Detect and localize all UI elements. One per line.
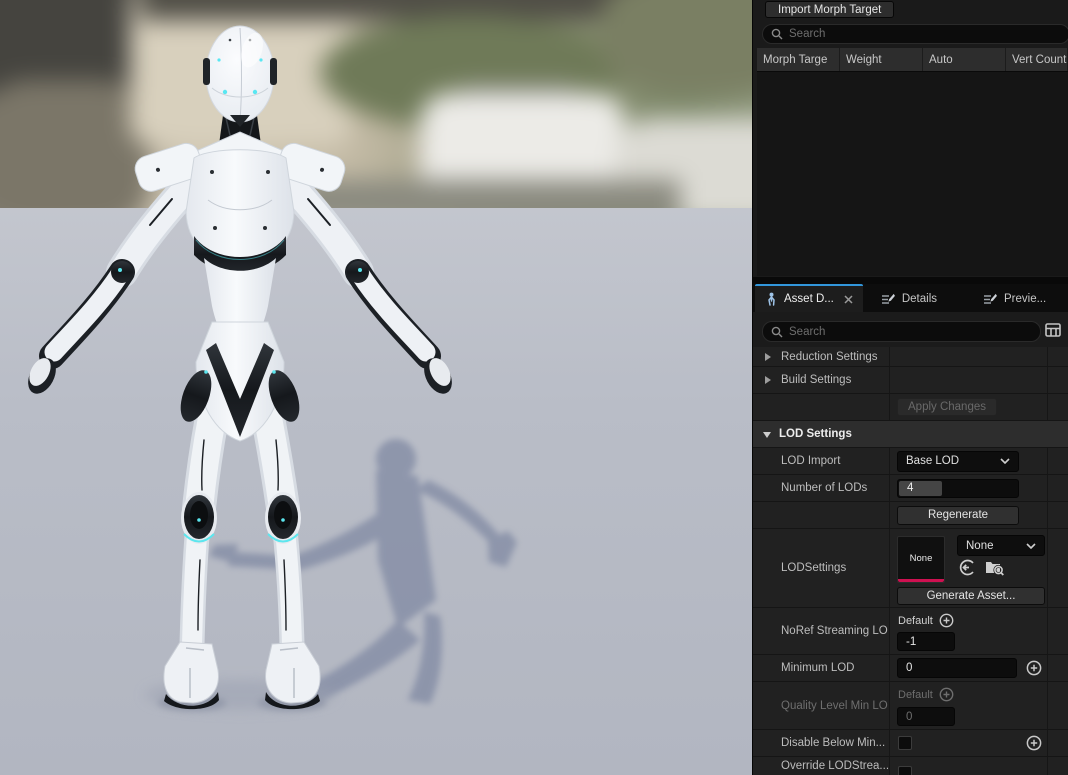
- reduction-settings-label: Reduction Settings: [753, 351, 889, 363]
- panel-splitter[interactable]: [753, 277, 1068, 284]
- preview-viewport[interactable]: [0, 0, 752, 775]
- import-morph-target-button[interactable]: Import Morph Target: [765, 1, 894, 18]
- search-icon: [771, 28, 783, 40]
- row-build-settings: Build Settings: [753, 367, 1068, 394]
- expander-arrow-icon[interactable]: [765, 376, 771, 384]
- row-noref-streaming-lod-bias: NoRef Streaming LO Default -1: [753, 608, 1068, 655]
- lodsettings-label: LODSettings: [753, 562, 889, 574]
- property-list: Reduction Settings Build Settings Apply …: [753, 347, 1068, 775]
- morph-search-input[interactable]: [789, 28, 1061, 40]
- disable-below-min-checkbox[interactable]: [898, 736, 912, 750]
- search-icon: [771, 326, 783, 338]
- chevron-down-icon: [1000, 458, 1010, 464]
- tab-preview-scene-settings[interactable]: Previe...: [973, 284, 1056, 312]
- use-selected-asset-icon[interactable]: [959, 559, 976, 576]
- noref-streaming-lod-bias-input[interactable]: -1: [897, 632, 955, 651]
- row-lodsettings-asset: LODSettings None None: [753, 529, 1068, 608]
- morph-target-panel: Import Morph Target Morph Targe Weight A…: [753, 0, 1068, 277]
- tab-label: Asset D...: [784, 293, 834, 305]
- tab-asset-details[interactable]: Asset D...: [755, 284, 863, 312]
- column-header-auto[interactable]: Auto: [923, 48, 1006, 71]
- skeletal-mesh-editor: Import Morph Target Morph Targe Weight A…: [0, 0, 1068, 775]
- generate-asset-button[interactable]: Generate Asset...: [897, 587, 1045, 605]
- cast-shadow: [209, 439, 517, 704]
- default-label: Default: [898, 689, 933, 701]
- robot-character-mesh: [0, 0, 752, 775]
- column-header-morph-target[interactable]: Morph Targe: [757, 48, 840, 71]
- morph-table-body-empty[interactable]: [757, 71, 1068, 276]
- thumbnail-type-color-bar: [898, 579, 944, 582]
- minimum-lod-label: Minimum LOD: [753, 662, 889, 674]
- noref-streaming-lod-bias-label: NoRef Streaming LO: [753, 625, 889, 637]
- minimum-lod-input[interactable]: 0: [897, 658, 1017, 678]
- default-override-line: Default: [898, 613, 954, 628]
- disable-below-min-label: Disable Below Min...: [753, 737, 889, 749]
- browse-to-asset-icon[interactable]: [985, 559, 1004, 576]
- number-of-lods-value: 4: [907, 482, 913, 494]
- quality-level-min-lod-label: Quality Level Min LO: [753, 700, 889, 712]
- view-options-grid-icon[interactable]: [1045, 323, 1061, 337]
- apply-changes-button[interactable]: Apply Changes: [897, 398, 997, 416]
- morph-search-box: [762, 24, 1068, 44]
- lod-import-dropdown[interactable]: Base LOD: [897, 451, 1019, 472]
- override-lodstreaming-label: Override LODStrea...: [753, 760, 889, 772]
- tab-label: Previe...: [1004, 293, 1046, 305]
- regenerate-button[interactable]: Regenerate: [897, 506, 1019, 525]
- lodsettings-dropdown-value: None: [966, 540, 994, 552]
- spinbox-fill: [899, 481, 942, 496]
- details-search-box: [762, 321, 1041, 342]
- lodsettings-asset-thumbnail[interactable]: None: [897, 536, 945, 583]
- chevron-down-icon: [1026, 543, 1036, 549]
- row-disable-below-min-lod-stripping: Disable Below Min...: [753, 730, 1068, 757]
- row-override-lodstreaming: Override LODStrea...: [753, 757, 1068, 775]
- add-override-icon[interactable]: [939, 613, 954, 628]
- add-override-icon[interactable]: [1026, 660, 1042, 676]
- expander-arrow-icon[interactable]: [765, 353, 771, 361]
- build-settings-label: Build Settings: [753, 374, 889, 386]
- thumbnail-none-label: None: [898, 553, 944, 564]
- close-icon[interactable]: [844, 295, 853, 304]
- default-label: Default: [898, 615, 933, 627]
- right-dock-panel: Import Morph Target Morph Targe Weight A…: [752, 0, 1068, 775]
- lod-import-value: Base LOD: [906, 455, 959, 467]
- row-number-of-lods: Number of LODs 4: [753, 475, 1068, 502]
- collapse-arrow-icon[interactable]: [763, 432, 771, 438]
- number-of-lods-label: Number of LODs: [753, 482, 889, 494]
- row-reduction-settings: Reduction Settings: [753, 347, 1068, 367]
- add-override-icon[interactable]: [1026, 735, 1042, 751]
- override-lodstreaming-checkbox[interactable]: [898, 766, 912, 775]
- column-header-vert-count[interactable]: Vert Count: [1006, 48, 1068, 71]
- row-lod-import: LOD Import Base LOD: [753, 448, 1068, 475]
- default-override-line: Default: [898, 687, 954, 702]
- lod-import-label: LOD Import: [753, 455, 889, 467]
- quality-level-min-lod-input[interactable]: 0: [897, 707, 955, 726]
- row-minimum-lod: Minimum LOD 0: [753, 655, 1068, 682]
- row-regenerate: Regenerate: [753, 502, 1068, 529]
- lodsettings-asset-dropdown[interactable]: None: [957, 535, 1045, 556]
- column-header-weight[interactable]: Weight: [840, 48, 923, 71]
- tab-details[interactable]: Details: [871, 284, 947, 312]
- mannequin-icon: [765, 292, 778, 306]
- morph-table-header: Morph Targe Weight Auto Vert Count: [757, 48, 1068, 71]
- add-override-icon[interactable]: [939, 687, 954, 702]
- edit-pencil-icon: [983, 293, 998, 306]
- tab-bar: Asset D... Details Prev: [753, 284, 1068, 312]
- row-apply-changes: Apply Changes: [753, 394, 1068, 421]
- row-lod-settings-category[interactable]: LOD Settings: [753, 421, 1068, 448]
- tab-label: Details: [902, 293, 937, 305]
- edit-pencil-icon: [881, 293, 896, 306]
- asset-details-panel: Reduction Settings Build Settings Apply …: [753, 312, 1068, 775]
- row-quality-level-min-lod: Quality Level Min LO Default 0: [753, 682, 1068, 730]
- number-of-lods-spinbox[interactable]: 4: [897, 479, 1019, 498]
- details-search-input[interactable]: [789, 326, 1032, 338]
